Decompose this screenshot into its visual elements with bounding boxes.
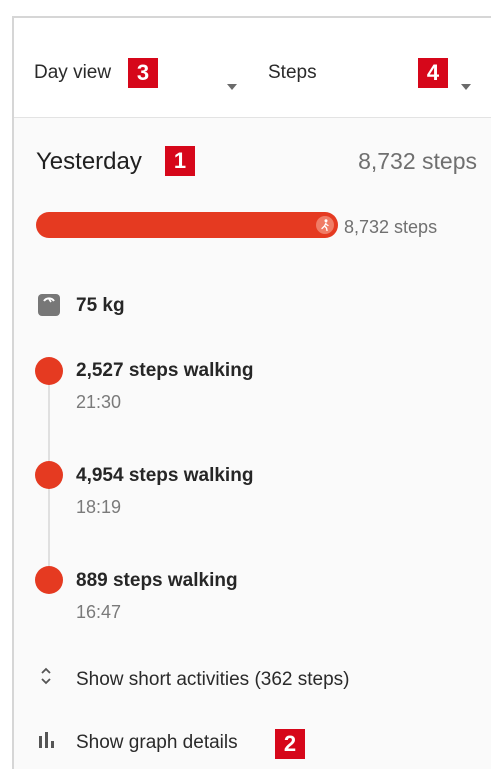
- day-view-dropdown-caret-icon[interactable]: [227, 84, 237, 90]
- activity-dot: [35, 566, 63, 594]
- progress-caption: 8,732 steps: [344, 217, 438, 237]
- activity-dot: [35, 461, 63, 489]
- activity-label[interactable]: 889 steps walking: [76, 570, 238, 592]
- expand-collapse-icon[interactable]: [40, 666, 52, 691]
- activity-dot: [35, 357, 63, 385]
- metric-dropdown-caret-icon[interactable]: [461, 84, 471, 90]
- activity-label[interactable]: 2,527 steps walking: [76, 360, 253, 382]
- scale-icon: [38, 294, 60, 316]
- walking-icon: [316, 216, 334, 234]
- app-panel: Day view 3 Steps 4 Yesterday 1 8,732 ste…: [12, 16, 491, 769]
- show-graph-details-link[interactable]: Show graph details: [76, 732, 238, 754]
- annotation-badge-4: 4: [418, 58, 448, 88]
- toolbar: Day view 3 Steps 4: [14, 18, 491, 118]
- metric-dropdown-label[interactable]: Steps: [268, 62, 317, 84]
- page-title: Yesterday: [36, 148, 142, 175]
- show-short-activities-link[interactable]: Show short activities (362 steps): [76, 669, 350, 691]
- bar-chart-icon[interactable]: [38, 732, 58, 753]
- total-steps: 8,732 steps: [358, 148, 477, 174]
- weight-value: 75 kg: [76, 295, 125, 316]
- day-view-dropdown-label[interactable]: Day view: [34, 62, 111, 84]
- activity-time: 21:30: [76, 392, 122, 412]
- steps-progress-bar: [36, 212, 338, 238]
- steps-progress-fill: [36, 212, 338, 238]
- annotation-badge-3: 3: [128, 58, 158, 88]
- annotation-badge-2: 2: [275, 729, 305, 759]
- activity-time: 18:19: [76, 497, 122, 517]
- annotation-badge-1: 1: [165, 146, 195, 176]
- activity-time: 16:47: [76, 602, 122, 622]
- activity-label[interactable]: 4,954 steps walking: [76, 465, 253, 487]
